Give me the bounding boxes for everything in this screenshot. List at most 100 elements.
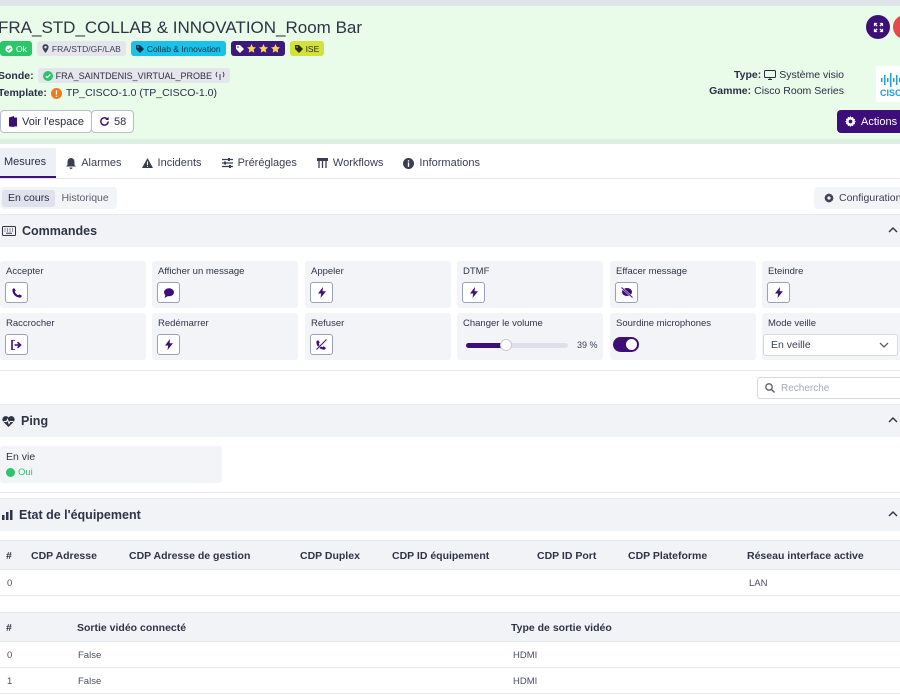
tab-label: Informations bbox=[419, 157, 480, 169]
rating-tag[interactable] bbox=[230, 41, 285, 56]
chevron-up-icon[interactable] bbox=[888, 227, 898, 233]
column-header[interactable]: CDP Adresse bbox=[31, 550, 97, 562]
tab-alarmes[interactable]: Alarmes bbox=[56, 148, 131, 178]
actions-label: Actions bbox=[861, 115, 898, 128]
chevron-up-icon[interactable] bbox=[888, 417, 898, 423]
configuration-label: Configuration bbox=[839, 192, 900, 204]
hang-up-button[interactable] bbox=[5, 334, 28, 355]
probe-chip[interactable]: FRA_SAINTDENIS_VIRTUAL_PROBE bbox=[37, 68, 230, 83]
alive-label: En vie bbox=[6, 451, 36, 463]
call-button[interactable] bbox=[310, 282, 333, 303]
tab-prereglages[interactable]: Préréglages bbox=[212, 148, 307, 178]
commands-section-header[interactable]: Commandes bbox=[0, 214, 900, 247]
chevron-down-icon bbox=[879, 342, 889, 348]
column-header[interactable]: CDP ID Port bbox=[537, 550, 596, 562]
column-header[interactable]: CDP ID équipement bbox=[392, 550, 489, 562]
template-link[interactable]: TP_CISCO-1.0 (TP_CISCO-1.0) bbox=[66, 87, 217, 99]
view-space-label: Voir l'espace bbox=[22, 115, 85, 128]
heartbeat-icon bbox=[2, 415, 15, 427]
search-icon bbox=[765, 383, 775, 393]
tag-icon bbox=[294, 44, 303, 53]
show-message-button[interactable] bbox=[157, 282, 180, 303]
shutdown-button[interactable] bbox=[767, 282, 790, 303]
tab-informations[interactable]: Informations bbox=[393, 148, 490, 178]
command-label: Afficher un message bbox=[158, 266, 245, 277]
star-icon bbox=[270, 44, 280, 53]
actions-button[interactable]: Actions bbox=[837, 110, 900, 133]
tab-label: Préréglages bbox=[237, 157, 297, 169]
workflow-icon bbox=[316, 158, 328, 168]
equipment-section-header[interactable]: Etat de l'équipement bbox=[0, 498, 900, 531]
tab-mesures[interactable]: Mesures bbox=[0, 148, 57, 178]
restart-button[interactable] bbox=[157, 334, 180, 355]
standby-mode-select[interactable]: En veille bbox=[763, 334, 898, 356]
tab-incidents[interactable]: Incidents bbox=[132, 148, 212, 178]
expand-button[interactable] bbox=[866, 15, 890, 39]
antenna-icon bbox=[215, 71, 225, 80]
dtmf-button[interactable] bbox=[462, 282, 485, 303]
command-volume: Changer le volume 39 % bbox=[457, 313, 603, 360]
column-header[interactable]: CDP Plateforme bbox=[628, 550, 707, 562]
command-appeler: Appeler bbox=[305, 261, 451, 308]
star-icon bbox=[258, 44, 268, 53]
table-cell: HDMI bbox=[513, 676, 538, 687]
standby-mode-value: En veille bbox=[771, 339, 811, 351]
template-row: Template: TP_CISCO-1.0 (TP_CISCO-1.0) bbox=[0, 87, 217, 99]
gamme-value: Cisco Room Series bbox=[754, 85, 844, 97]
tab-label: Workflows bbox=[332, 157, 384, 169]
mute-microphones-toggle[interactable] bbox=[613, 337, 639, 352]
command-label: Refuser bbox=[311, 318, 345, 329]
clear-message-button[interactable] bbox=[615, 282, 638, 303]
command-label: Mode veille bbox=[768, 318, 817, 329]
column-header[interactable]: Type de sortie vidéo bbox=[511, 622, 612, 634]
gamme-row: Gamme: Cisco Room Series bbox=[709, 85, 844, 97]
bolt-icon bbox=[469, 287, 478, 298]
collab-tag-label: Collab & Innovation bbox=[146, 43, 221, 54]
cdp-table-header: # CDP Adresse CDP Adresse de gestion CDP… bbox=[0, 540, 900, 570]
status-dot-icon bbox=[6, 468, 15, 477]
command-label: Redémarrer bbox=[158, 318, 209, 329]
volume-slider[interactable] bbox=[466, 339, 568, 351]
warning-triangle-icon bbox=[141, 158, 153, 168]
tab-label: Incidents bbox=[157, 157, 202, 169]
column-header[interactable]: # bbox=[6, 622, 12, 634]
command-label: DTMF bbox=[463, 266, 490, 277]
tag-icon bbox=[235, 44, 244, 53]
decline-call-button[interactable] bbox=[310, 334, 333, 355]
volume-slider-handle[interactable] bbox=[500, 339, 512, 351]
check-circle-icon bbox=[42, 70, 53, 81]
command-label: Sourdine microphones bbox=[616, 318, 712, 329]
expand-icon bbox=[873, 22, 883, 32]
configuration-button[interactable]: Configuration bbox=[814, 187, 900, 209]
alert-button[interactable] bbox=[893, 15, 900, 39]
search-input[interactable]: Recherche bbox=[757, 377, 900, 399]
refresh-icon bbox=[100, 116, 109, 126]
device-header: FRA_STD_COLLAB & INNOVATION_Room Bar Ok … bbox=[0, 0, 900, 144]
alive-card: En vie Oui bbox=[0, 446, 222, 483]
star-icon bbox=[246, 44, 256, 53]
tab-workflows[interactable]: Workflows bbox=[307, 148, 394, 178]
command-redemarrer: Redémarrer bbox=[152, 313, 298, 360]
refresh-button[interactable]: 58 bbox=[91, 110, 135, 133]
table-cell: LAN bbox=[749, 578, 768, 589]
chevron-up-icon[interactable] bbox=[888, 511, 898, 517]
status-badge-label: Ok bbox=[16, 43, 27, 54]
volume-value: 39 % bbox=[577, 340, 598, 350]
probe-name: FRA_SAINTDENIS_VIRTUAL_PROBE bbox=[55, 70, 212, 81]
tab-label: Mesures bbox=[4, 156, 47, 168]
accept-call-button[interactable] bbox=[5, 282, 28, 303]
ise-tag[interactable]: ISE bbox=[289, 41, 325, 56]
subtab-history[interactable]: Historique bbox=[55, 190, 114, 207]
column-header[interactable]: CDP Adresse de gestion bbox=[129, 550, 250, 562]
column-header[interactable]: Réseau interface active bbox=[747, 550, 864, 562]
collab-tag[interactable]: Collab & Innovation bbox=[130, 41, 226, 56]
location-tag[interactable]: FRA/STD/GF/LAB bbox=[36, 41, 126, 56]
column-header[interactable]: Sortie vidéo connecté bbox=[77, 622, 186, 634]
subtab-current[interactable]: En cours bbox=[2, 189, 56, 207]
page-title: FRA_STD_COLLAB & INNOVATION_Room Bar bbox=[0, 18, 363, 37]
column-header[interactable]: CDP Duplex bbox=[300, 550, 360, 562]
column-header[interactable]: # bbox=[6, 550, 12, 562]
alive-value: Oui bbox=[6, 467, 33, 478]
ping-section-header[interactable]: Ping bbox=[0, 404, 900, 437]
view-space-button[interactable]: Voir l'espace bbox=[0, 110, 93, 133]
